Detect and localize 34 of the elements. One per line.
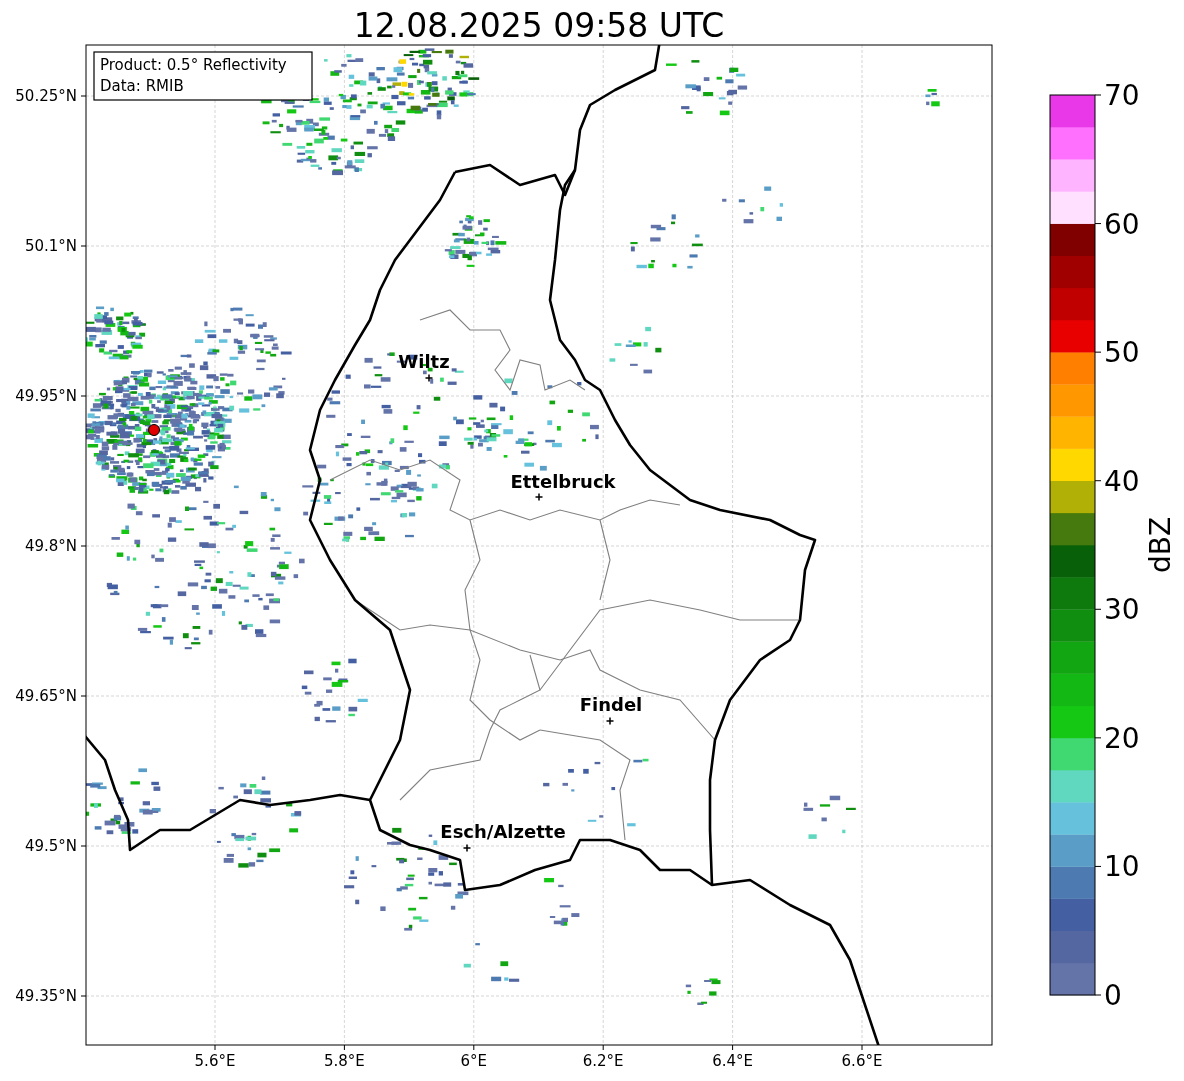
city-label: Esch/Alzette [440, 821, 566, 842]
figure-title: 12.08.2025 09:58 UTC [353, 6, 725, 45]
colorbar-tick-label: 20 [1104, 721, 1140, 755]
latitude-label: 50.25°N [15, 87, 77, 105]
longitude-label: 6.2°E [582, 1052, 624, 1070]
latitude-label: 49.65°N [15, 687, 77, 705]
longitude-label: 5.8°E [324, 1052, 365, 1070]
colorbar-tick-label: 70 [1104, 79, 1140, 112]
colorbar-tick-label: 40 [1104, 464, 1140, 498]
latitude-label: 49.8°N [24, 537, 77, 555]
longitude-label: 6°E [460, 1052, 488, 1070]
colorbar-tick-label: 30 [1104, 593, 1140, 627]
city-marker-icon [462, 843, 472, 853]
colorbar-tick-label: 50 [1104, 336, 1140, 370]
city-label: Findel [579, 694, 643, 715]
city-label: Ettelbruck [510, 471, 616, 492]
colorbar-tick-label: 0 [1104, 979, 1122, 1012]
longitude-label: 6.6°E [841, 1052, 883, 1070]
longitude-label: 6.4°E [712, 1052, 753, 1070]
colorbar-tick-label: 60 [1104, 207, 1140, 241]
info-text: Data: RMIB [100, 77, 184, 95]
latitude-label: 49.5°N [24, 837, 77, 855]
city-marker-icon [605, 716, 615, 726]
colorbar-tick-label: 10 [1104, 850, 1140, 884]
longitude-label: 5.6°E [194, 1052, 236, 1070]
radar-site-marker [148, 424, 160, 436]
info-text: Product: 0.5° Reflectivity [100, 56, 287, 74]
latitude-label: 50.1°N [24, 237, 77, 255]
city-marker-icon [534, 492, 544, 502]
city-marker-icon [424, 373, 434, 383]
latitude-label: 49.35°N [15, 987, 77, 1005]
latitude-label: 49.95°N [15, 387, 77, 405]
colorbar-label: dBZ [1144, 516, 1177, 574]
city-label: Wiltz [398, 351, 450, 372]
